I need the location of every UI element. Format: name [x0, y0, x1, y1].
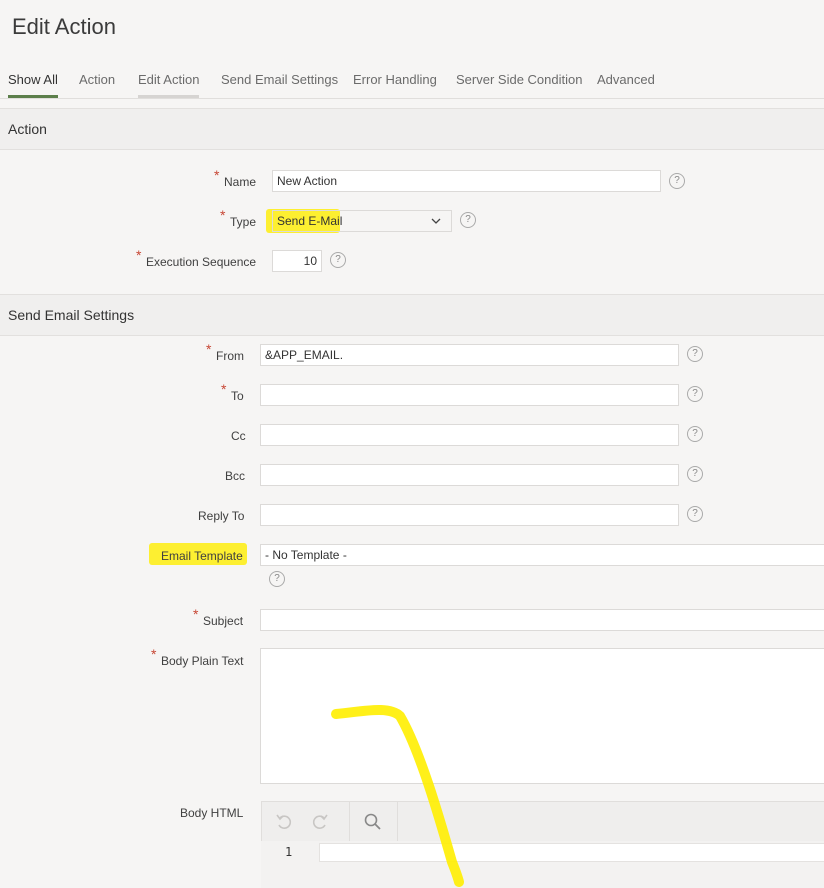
tab-error-handling[interactable]: Error Handling: [353, 72, 437, 98]
help-icon[interactable]: ?: [687, 346, 703, 362]
from-label: From: [216, 349, 244, 363]
bcc-input[interactable]: [260, 464, 679, 486]
name-input[interactable]: [272, 170, 661, 192]
tab-advanced[interactable]: Advanced: [597, 72, 655, 98]
subject-label: Subject: [203, 614, 244, 628]
type-label: Type: [230, 215, 257, 229]
tab-show-all[interactable]: Show All: [8, 72, 58, 98]
help-icon[interactable]: ?: [269, 571, 285, 587]
from-input[interactable]: [260, 344, 679, 366]
cc-input[interactable]: [260, 424, 679, 446]
page-title: Edit Action: [12, 14, 116, 39]
name-label: Name: [224, 175, 257, 189]
line-number: 1: [285, 845, 293, 859]
required-marker: *: [221, 381, 227, 397]
body-html-label: Body HTML: [180, 806, 244, 820]
type-select[interactable]: Send E-Mail: [272, 210, 452, 232]
search-icon[interactable]: [363, 812, 383, 832]
body-plain-text-label: Body Plain Text: [161, 654, 244, 668]
section-header-action[interactable]: Action: [0, 108, 824, 150]
help-icon[interactable]: ?: [687, 426, 703, 442]
subject-input[interactable]: [260, 609, 824, 631]
required-marker: *: [151, 646, 157, 662]
help-icon[interactable]: ?: [330, 252, 346, 268]
chevron-down-icon: [431, 218, 441, 224]
code-editor[interactable]: 1: [261, 841, 824, 888]
to-label: To: [231, 389, 244, 403]
reply-to-input[interactable]: [260, 504, 679, 526]
to-input[interactable]: [260, 384, 679, 406]
required-marker: *: [220, 207, 226, 223]
required-marker: *: [206, 341, 212, 357]
help-icon[interactable]: ?: [669, 173, 685, 189]
code-line[interactable]: [319, 843, 824, 862]
undo-icon[interactable]: [274, 812, 294, 832]
execution-sequence-input[interactable]: [272, 250, 322, 272]
toolbar-divider: [397, 802, 398, 842]
tab-edit-action[interactable]: Edit Action: [138, 72, 200, 98]
cc-label: Cc: [231, 429, 246, 443]
help-icon[interactable]: ?: [687, 466, 703, 482]
body-plain-text-textarea[interactable]: [260, 648, 824, 784]
type-select-value: Send E-Mail: [277, 214, 343, 228]
email-template-value: - No Template -: [265, 548, 347, 562]
email-template-label: Email Template: [161, 549, 243, 563]
section-header-send-email-settings[interactable]: Send Email Settings: [0, 294, 824, 336]
tab-send-email-settings[interactable]: Send Email Settings: [221, 72, 338, 98]
tab-server-side-condition[interactable]: Server Side Condition: [456, 72, 582, 98]
section-title: Action: [8, 121, 47, 137]
required-marker: *: [214, 167, 220, 183]
tab-bar: Show All Action Edit Action Send Email S…: [0, 66, 824, 99]
redo-icon[interactable]: [310, 812, 330, 832]
code-editor-toolbar: [261, 801, 824, 843]
email-template-select[interactable]: - No Template -: [260, 544, 824, 566]
reply-to-label: Reply To: [198, 509, 245, 523]
section-title: Send Email Settings: [8, 307, 135, 323]
tab-action[interactable]: Action: [79, 72, 115, 98]
bcc-label: Bcc: [225, 469, 246, 483]
help-icon[interactable]: ?: [687, 386, 703, 402]
help-icon[interactable]: ?: [460, 212, 476, 228]
required-marker: *: [193, 606, 199, 622]
execution-sequence-label: Execution Sequence: [146, 255, 257, 269]
toolbar-divider: [349, 802, 350, 842]
required-marker: *: [136, 247, 142, 263]
help-icon[interactable]: ?: [687, 506, 703, 522]
